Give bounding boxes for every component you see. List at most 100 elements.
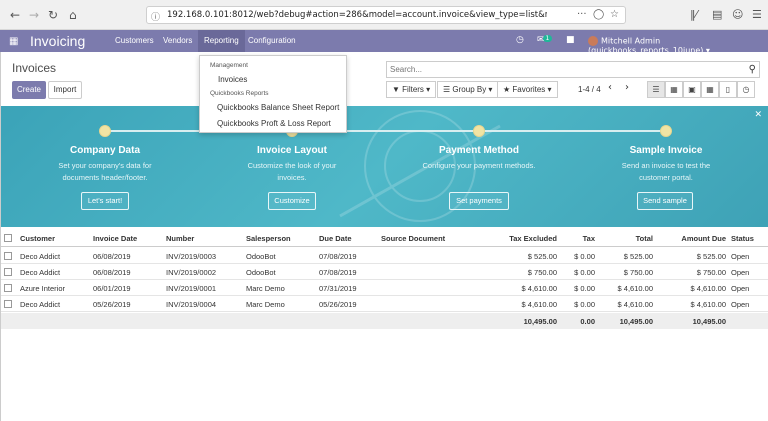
cell-customer: Deco Addict (20, 268, 61, 277)
search-icon[interactable]: ⚲ (749, 64, 756, 75)
dropdown-item-profit-loss[interactable]: Quickbooks Proft & Loss Report (217, 119, 331, 128)
address-bar[interactable]: ⓘ 192.168.0.101:8012/web?debug#action=28… (146, 6, 626, 24)
total-amount-due: 10,495.00 (692, 317, 726, 326)
groupby-label: Group By (452, 85, 487, 94)
filters-button[interactable]: ▼ Filters ▾ (386, 81, 437, 98)
col-tax-excluded[interactable]: Tax Excluded (509, 234, 557, 243)
library-icon[interactable]: ‖⁄ (690, 8, 697, 21)
back-icon[interactable]: ← (10, 8, 20, 22)
cell-due-date: 07/08/2019 (319, 252, 357, 261)
gift-icon[interactable]: ■ (566, 35, 575, 45)
favorites-label: Favorites (512, 85, 546, 94)
graph-view-icon[interactable]: ▯ (719, 81, 737, 98)
step-title-invoice-layout: Invoice Layout (256, 145, 327, 156)
cell-customer: Deco Addict (20, 300, 61, 309)
cell-tax: $ 0.00 (574, 268, 595, 277)
chat-icon[interactable]: ✉1 (537, 35, 553, 45)
customize-button[interactable]: Customize (268, 192, 316, 210)
cell-due-date: 05/26/2019 (319, 300, 357, 309)
col-invoice-date[interactable]: Invoice Date (93, 234, 137, 243)
star-icon: ★ (503, 85, 511, 94)
table-row[interactable]: Deco Addict 05/26/2019 INV/2019/0004 Marc D… (0, 296, 768, 312)
table-footer-totals: 10,495.00 0.00 10,495.00 10,495.00 (0, 313, 768, 329)
menu-customers[interactable]: Customers (115, 36, 154, 45)
groupby-button[interactable]: ☰ Group By ▾ (437, 81, 499, 98)
step-dot (473, 125, 485, 137)
cell-tax: $ 0.00 (574, 284, 595, 293)
dropdown-item-invoices[interactable]: Invoices (218, 75, 247, 84)
col-salesperson[interactable]: Salesperson (246, 234, 291, 243)
left-border (0, 52, 1, 421)
search-input[interactable] (387, 62, 727, 76)
col-tax[interactable]: Tax (583, 234, 595, 243)
pocket-icon[interactable]: ◯ (593, 9, 604, 20)
sidebar-icon[interactable]: ▤ (712, 8, 722, 21)
cell-salesperson: OdooBot (246, 252, 276, 261)
cell-due-date: 07/08/2019 (319, 268, 357, 277)
step-dot (99, 125, 111, 137)
cell-total: $ 4,610.00 (617, 284, 653, 293)
menu-reporting[interactable]: Reporting (198, 30, 245, 52)
col-amount-due[interactable]: Amount Due (681, 234, 726, 243)
reload-icon[interactable]: ↻ (48, 8, 58, 22)
cell-status: Open (731, 252, 750, 261)
pivot-view-icon[interactable]: ▦ (701, 81, 719, 98)
pager-previous-icon[interactable]: ‹ (608, 82, 612, 93)
activity-clock-icon[interactable]: ◷ (516, 35, 524, 45)
pager-value[interactable]: 1-4 / 4 (578, 85, 601, 94)
menu-configuration[interactable]: Configuration (248, 36, 296, 45)
create-button[interactable]: Create (12, 81, 46, 99)
dropdown-header-quickbooks: Quickbooks Reports (210, 90, 269, 97)
filters-label: Filters (402, 85, 424, 94)
forward-icon[interactable]: → (29, 8, 39, 22)
reporting-dropdown: Management Invoices Quickbooks Reports Q… (199, 55, 347, 133)
row-checkbox[interactable] (4, 300, 12, 308)
select-all-checkbox[interactable] (4, 234, 12, 242)
row-checkbox[interactable] (4, 252, 12, 260)
list-view-icon[interactable]: ☰ (647, 81, 665, 98)
url-overflow-dots[interactable]: ··· (577, 9, 587, 20)
close-banner-icon[interactable]: ✕ (754, 110, 762, 120)
bookmark-star-icon[interactable]: ☆ (610, 9, 619, 20)
home-icon[interactable]: ⌂ (69, 8, 77, 22)
cell-amount-due: $ 4,610.00 (690, 284, 726, 293)
site-info-icon[interactable]: ⓘ (151, 10, 160, 23)
avatar (588, 36, 598, 46)
url-text[interactable]: 192.168.0.101:8012/web?debug#action=286&… (167, 10, 547, 20)
col-source-document[interactable]: Source Document (381, 234, 445, 243)
favorites-button[interactable]: ★ Favorites ▾ (497, 81, 558, 98)
col-due-date[interactable]: Due Date (319, 234, 352, 243)
activity-view-icon[interactable]: ◷ (737, 81, 755, 98)
row-checkbox[interactable] (4, 268, 12, 276)
menu-vendors[interactable]: Vendors (163, 36, 192, 45)
pager-next-icon[interactable]: › (625, 82, 629, 93)
cell-number: INV/2019/0002 (166, 268, 217, 277)
send-sample-button[interactable]: Send sample (637, 192, 693, 210)
lets-start-button[interactable]: Let's start! (81, 192, 129, 210)
step-desc-sample-invoice: Send an invoice to test the customer por… (621, 161, 711, 182)
account-icon[interactable]: ☺ (732, 8, 743, 21)
user-menu[interactable]: Mitchell Admin (quickbooks_reports_10jun… (588, 36, 768, 55)
table-row[interactable]: Deco Addict 06/08/2019 INV/2019/0003 OdooBo… (0, 248, 768, 264)
import-button[interactable]: Import (48, 81, 82, 99)
col-total[interactable]: Total (636, 234, 653, 243)
apps-grid-icon[interactable]: ▦ (9, 36, 18, 47)
app-title[interactable]: Invoicing (30, 33, 85, 49)
dropdown-item-balance-sheet[interactable]: Quickbooks Balance Sheet Report (217, 103, 339, 112)
col-number[interactable]: Number (166, 234, 194, 243)
cell-total: $ 750.00 (623, 268, 653, 277)
kanban-view-icon[interactable]: ▦ (665, 81, 683, 98)
hamburger-menu-icon[interactable]: ☰ (752, 8, 762, 21)
total-tax: 0.00 (580, 317, 595, 326)
step-title-sample-invoice: Sample Invoice (629, 145, 703, 156)
set-payments-button[interactable]: Set payments (449, 192, 509, 210)
calendar-view-icon[interactable]: ▣ (683, 81, 701, 98)
row-checkbox[interactable] (4, 284, 12, 292)
step-desc-company-data: Set your company's data for documents he… (58, 161, 152, 182)
table-row[interactable]: Azure Interior 06/01/2019 INV/2019/0001 Mar… (0, 280, 768, 296)
table-row[interactable]: Deco Addict 06/08/2019 INV/2019/0002 OdooBo… (0, 264, 768, 280)
cell-tax-excluded: $ 750.00 (527, 268, 557, 277)
cell-salesperson: Marc Demo (246, 284, 285, 293)
col-customer[interactable]: Customer (20, 234, 55, 243)
col-status[interactable]: Status (731, 234, 754, 243)
